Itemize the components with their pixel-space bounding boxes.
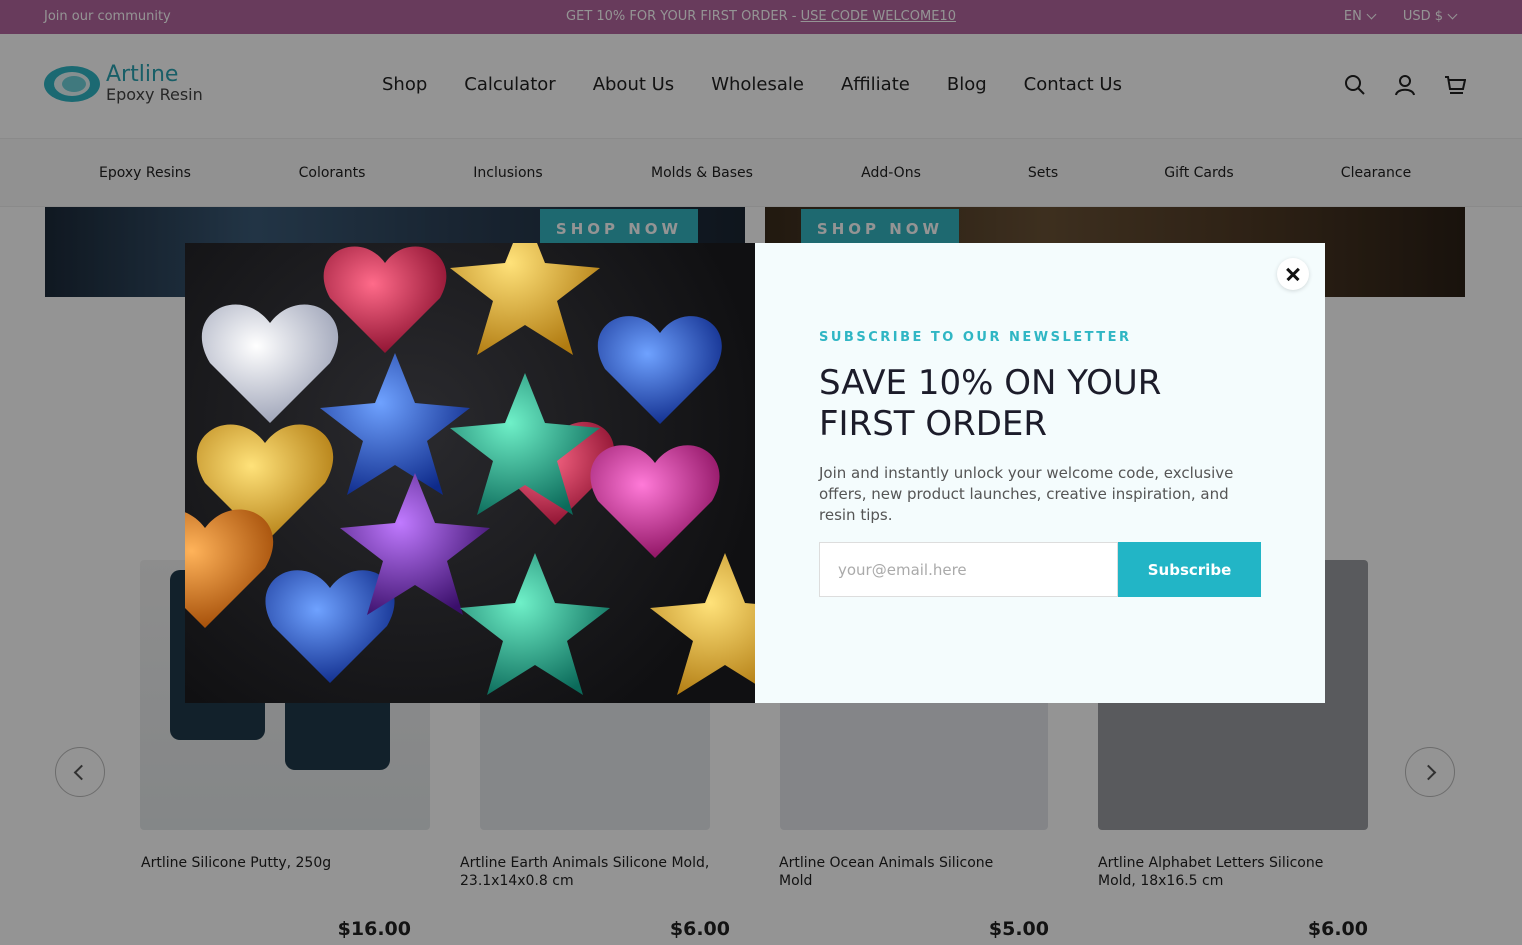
newsletter-form: Subscribe (819, 542, 1261, 597)
modal-hero-image (185, 243, 755, 703)
newsletter-modal: SUBSCRIBE TO OUR NEWSLETTER SAVE 10% ON … (185, 243, 1325, 703)
close-icon[interactable] (1277, 258, 1309, 290)
email-field[interactable] (819, 542, 1118, 597)
subscribe-button[interactable]: Subscribe (1118, 542, 1261, 597)
newsletter-headline: SAVE 10% ON YOUR FIRST ORDER (819, 363, 1162, 444)
newsletter-eyebrow: SUBSCRIBE TO OUR NEWSLETTER (819, 330, 1132, 345)
modal-content: SUBSCRIBE TO OUR NEWSLETTER SAVE 10% ON … (755, 243, 1325, 703)
newsletter-description: Join and instantly unlock your welcome c… (819, 464, 1234, 524)
